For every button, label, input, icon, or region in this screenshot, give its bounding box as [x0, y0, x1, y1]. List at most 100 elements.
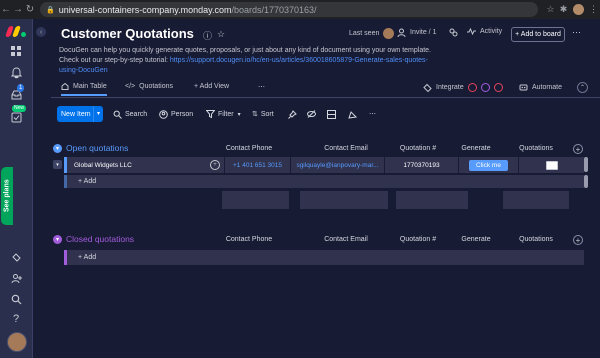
search-icon	[113, 110, 122, 119]
group-closed-label: Closed quotations	[66, 234, 135, 244]
automate-button[interactable]: Automate	[519, 83, 562, 91]
invite-label: Invite / 1	[410, 29, 437, 36]
add-view-button[interactable]: + Add View	[194, 83, 229, 90]
group-title-open[interactable]: ▾ Open quotations	[53, 143, 128, 153]
code-icon: </>	[125, 83, 136, 90]
integrate-label: Integrate	[436, 84, 464, 91]
toolbar-more-icon[interactable]: ⋯	[369, 107, 376, 121]
chevron-down-icon[interactable]: ▾	[53, 143, 62, 153]
add-item-row[interactable]: + Add	[64, 250, 584, 265]
new-item-label: New Item	[61, 110, 91, 118]
add-item-label: + Add	[78, 178, 97, 185]
bell-icon[interactable]	[7, 65, 25, 81]
add-to-board-button[interactable]: + Add to board	[511, 27, 565, 42]
column-header-quotation-number[interactable]: Quotation #	[383, 145, 453, 152]
address-bar[interactable]: 🔒 universal-containers-company.monday.co…	[40, 2, 538, 17]
bookmark-star-icon[interactable]: ☆	[544, 4, 557, 15]
group-color-bar	[64, 175, 67, 188]
vertical-scrollbar-handle[interactable]	[584, 175, 588, 188]
row-height-icon[interactable]	[327, 107, 336, 121]
column-header-contact-email[interactable]: Contact Email	[306, 145, 386, 152]
item-name[interactable]: Global Widgets LLC	[74, 157, 224, 173]
filter-dropdown-icon[interactable]: ▾	[238, 111, 241, 118]
tab-quotations[interactable]: </> Quotations	[125, 83, 173, 90]
favorite-star-icon[interactable]: ☆	[217, 29, 225, 40]
column-header-generate[interactable]: Generate	[446, 236, 506, 243]
tab-main-table[interactable]: Main Table	[61, 83, 107, 96]
add-item-label: + Add	[78, 254, 97, 261]
summary-cell	[396, 191, 468, 209]
robot-icon	[519, 84, 528, 91]
board-more-icon[interactable]: ⋯	[572, 27, 581, 38]
info-icon[interactable]: ⓘ	[203, 29, 212, 42]
add-item-row[interactable]: + Add	[64, 175, 584, 188]
sort-button[interactable]: ⇅ Sort	[252, 107, 274, 121]
group-title-closed[interactable]: ▾ Closed quotations	[53, 234, 134, 244]
board-title[interactable]: Customer Quotations	[61, 26, 194, 41]
new-item-dropdown-icon[interactable]: ▾	[93, 106, 103, 122]
color-icon[interactable]	[348, 107, 357, 121]
row-menu-icon[interactable]: ▾	[53, 160, 62, 169]
contact-phone-cell[interactable]: +1 401 651 3015	[224, 157, 290, 173]
extension-icon[interactable]: ✱	[557, 4, 570, 15]
activity-button[interactable]: Activity	[467, 28, 502, 35]
board-description: DocuGen can help you quickly generate qu…	[59, 46, 439, 76]
integrations-glyph-icon[interactable]	[449, 28, 458, 37]
collapse-panel-icon[interactable]: ‹	[36, 27, 46, 37]
description-line-2: Check out our step-by-step tutorial: htt…	[59, 56, 439, 76]
column-header-quotation-number[interactable]: Quotation #	[383, 236, 453, 243]
my-work-icon[interactable]	[7, 109, 25, 125]
table-row[interactable]: ▾ Global Widgets LLC + +1 401 651 3015 s…	[53, 157, 584, 173]
help-icon[interactable]: ?	[7, 311, 25, 327]
back-icon[interactable]: ←	[0, 4, 12, 15]
quotation-number-cell[interactable]: 1770370193	[384, 157, 458, 173]
quotations-file-cell[interactable]	[518, 157, 584, 173]
column-header-contact-phone[interactable]: Contact Phone	[221, 145, 277, 152]
tabs-more-icon[interactable]: ⋯	[258, 83, 265, 91]
apps-grid-icon[interactable]	[7, 43, 25, 59]
column-header-contact-phone[interactable]: Contact Phone	[221, 236, 277, 243]
chevron-down-icon[interactable]: ▾	[53, 234, 62, 244]
add-update-icon[interactable]: +	[210, 160, 220, 170]
person-icon	[159, 109, 168, 119]
profile-avatar[interactable]	[573, 4, 584, 15]
forward-icon[interactable]: →	[12, 4, 24, 15]
hide-icon[interactable]	[307, 107, 316, 121]
add-column-button[interactable]: +	[573, 235, 583, 245]
column-header-generate[interactable]: Generate	[446, 145, 506, 152]
click-me-button[interactable]: Click me	[469, 159, 508, 171]
integration-app-icon	[480, 83, 490, 92]
sort-label: Sort	[260, 110, 274, 118]
invite-members-icon[interactable]	[7, 270, 25, 286]
integrations-icon[interactable]	[7, 249, 25, 265]
view-tabs: Main Table </> Quotations + Add View ⋯ I…	[51, 78, 600, 98]
integrate-button[interactable]: Integrate	[423, 83, 503, 92]
search-button[interactable]: Search	[113, 107, 147, 121]
group-open-label: Open quotations	[66, 143, 129, 153]
filter-label: Filter	[218, 110, 234, 118]
filter-button[interactable]: Filter ▾	[206, 107, 241, 121]
pin-icon[interactable]	[288, 107, 297, 121]
user-avatar[interactable]	[7, 332, 27, 352]
tab-quotations-label: Quotations	[139, 83, 173, 90]
new-item-button[interactable]: New Item ▾	[57, 106, 103, 122]
column-header-contact-email[interactable]: Contact Email	[306, 236, 386, 243]
last-seen[interactable]: Last seen	[349, 28, 395, 39]
horizontal-scrollbar-handle[interactable]	[584, 157, 588, 172]
sort-icon: ⇅	[252, 111, 258, 118]
collapse-header-icon[interactable]: ⌃	[577, 82, 588, 93]
reload-icon[interactable]: ↻	[24, 4, 36, 15]
see-plans-button[interactable]: See plans	[1, 167, 13, 225]
invite-button[interactable]: Invite / 1	[397, 28, 436, 37]
file-icon[interactable]	[545, 160, 558, 170]
column-header-quotations[interactable]: Quotations	[504, 236, 568, 243]
add-column-button[interactable]: +	[573, 144, 583, 154]
contact-email-cell[interactable]: sgilquayle@ianpovary-mar...	[290, 157, 384, 173]
monday-logo[interactable]	[4, 26, 27, 37]
summary-cell	[300, 191, 388, 209]
search-icon[interactable]	[7, 291, 25, 307]
url-path: /boards/1770370163/	[231, 4, 317, 15]
column-header-quotations[interactable]: Quotations	[504, 145, 568, 152]
person-filter-button[interactable]: Person	[159, 107, 193, 121]
browser-menu-icon[interactable]: ⋮	[587, 4, 600, 15]
